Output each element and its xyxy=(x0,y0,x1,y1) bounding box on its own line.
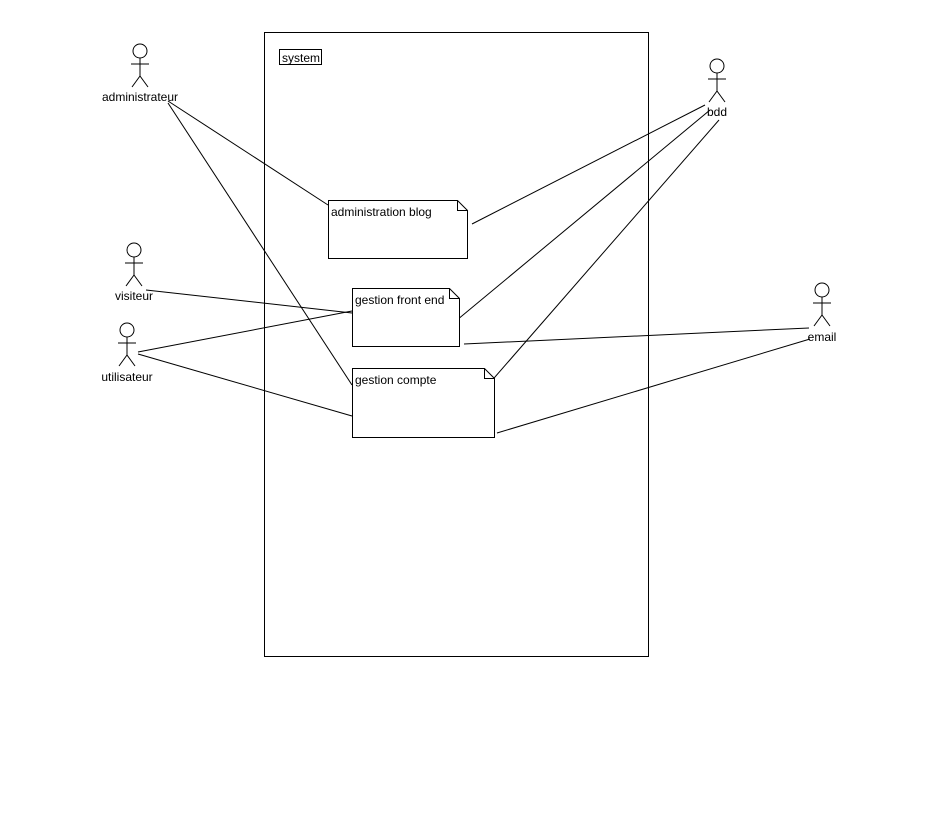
actor-label: visiteur xyxy=(115,289,153,303)
stick-figure-icon xyxy=(813,282,831,327)
actor-label: administrateur xyxy=(102,90,178,104)
use-case-diagram: system administration blog gestion front… xyxy=(101,32,837,657)
stick-figure-icon xyxy=(708,58,726,103)
actor-utilisateur[interactable]: utilisateur xyxy=(101,322,153,384)
actor-administrateur[interactable]: administrateur xyxy=(102,43,178,104)
stick-figure-icon xyxy=(125,242,143,287)
actor-label: utilisateur xyxy=(101,370,152,384)
actor-label: bdd xyxy=(707,105,727,119)
actor-label: email xyxy=(808,330,837,344)
use-case-label: gestion front end xyxy=(355,293,444,307)
use-case-label: gestion compte xyxy=(355,373,437,387)
actor-visiteur[interactable]: visiteur xyxy=(115,242,153,303)
use-case-gestion-compte[interactable]: gestion compte xyxy=(352,368,495,438)
stick-figure-icon xyxy=(131,43,149,88)
system-label: system xyxy=(282,51,320,65)
use-case-label: administration blog xyxy=(331,205,432,219)
use-case-gestion-front-end[interactable]: gestion front end xyxy=(352,288,460,347)
actor-bdd[interactable]: bdd xyxy=(707,58,727,119)
actor-email[interactable]: email xyxy=(808,282,837,344)
use-case-administration-blog[interactable]: administration blog xyxy=(328,200,468,259)
stick-figure-icon xyxy=(118,322,136,367)
